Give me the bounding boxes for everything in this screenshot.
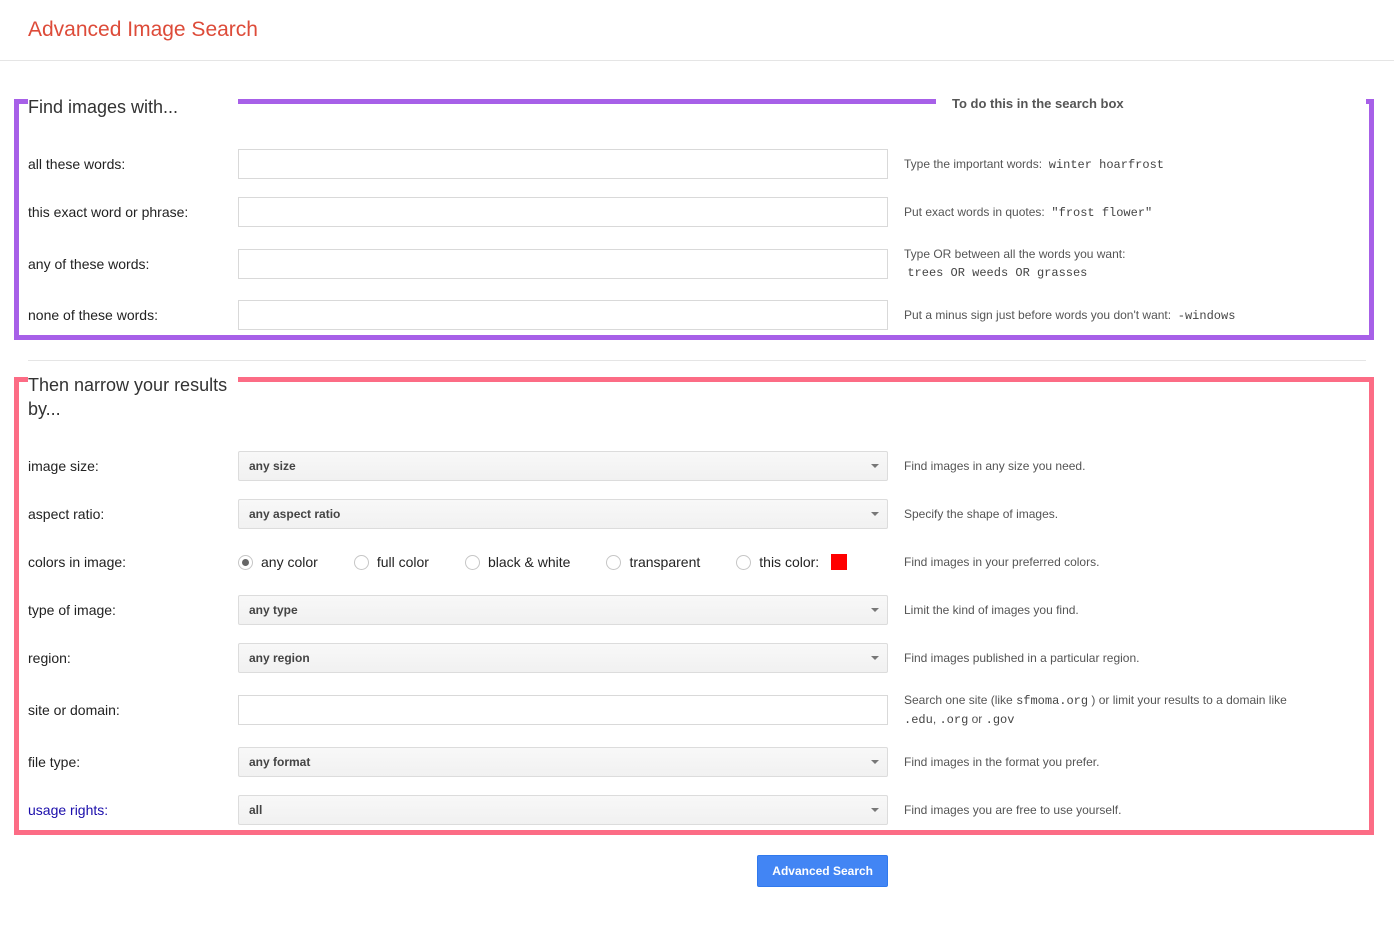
color-bw-radio[interactable]: black & white [465, 554, 570, 570]
type-dropdown[interactable]: any type [238, 595, 888, 625]
colors-label: colors in image: [28, 554, 238, 570]
chevron-down-icon [871, 808, 879, 812]
image-size-dropdown[interactable]: any size [238, 451, 888, 481]
usage-rights-help: Find images you are free to use yourself… [888, 801, 1318, 819]
image-size-label: image size: [28, 458, 238, 474]
aspect-ratio-label: aspect ratio: [28, 506, 238, 522]
chevron-down-icon [871, 760, 879, 764]
file-type-label: file type: [28, 754, 238, 770]
exact-phrase-help: Put exact words in quotes: "frost flower… [888, 203, 1318, 222]
region-help: Find images published in a particular re… [888, 649, 1318, 667]
narrow-section: Then narrow your results by... image siz… [28, 379, 1366, 825]
file-type-dropdown[interactable]: any format [238, 747, 888, 777]
image-size-help: Find images in any size you need. [888, 457, 1318, 475]
chevron-down-icon [871, 608, 879, 612]
section-divider [28, 360, 1366, 361]
exact-phrase-input[interactable] [238, 197, 888, 227]
chevron-down-icon [871, 512, 879, 516]
usage-rights-dropdown[interactable]: all [238, 795, 888, 825]
page-header: Advanced Image Search [0, 0, 1394, 61]
radio-icon [736, 555, 751, 570]
color-this-radio[interactable]: this color: [736, 554, 847, 570]
radio-icon [606, 555, 621, 570]
colors-help: Find images in your preferred colors. [888, 553, 1318, 571]
file-type-help: Find images in the format you prefer. [888, 753, 1318, 771]
chevron-down-icon [871, 464, 879, 468]
aspect-ratio-help: Specify the shape of images. [888, 505, 1318, 523]
color-swatch[interactable] [831, 554, 847, 570]
region-dropdown[interactable]: any region [238, 643, 888, 673]
chevron-down-icon [871, 656, 879, 660]
type-label: type of image: [28, 602, 238, 618]
find-help-title: To do this in the search box [936, 96, 1366, 111]
any-words-label: any of these words: [28, 256, 238, 272]
site-label: site or domain: [28, 702, 238, 718]
region-label: region: [28, 650, 238, 666]
none-words-input[interactable] [238, 300, 888, 330]
page-title: Advanced Image Search [28, 18, 1394, 42]
color-any-radio[interactable]: any color [238, 554, 318, 570]
color-full-radio[interactable]: full color [354, 554, 429, 570]
all-words-input[interactable] [238, 149, 888, 179]
all-words-label: all these words: [28, 156, 238, 172]
exact-phrase-label: this exact word or phrase: [28, 204, 238, 220]
find-section-title: Find images with... [28, 96, 238, 119]
none-words-label: none of these words: [28, 307, 238, 323]
radio-icon [238, 555, 253, 570]
radio-icon [465, 555, 480, 570]
find-section: Find images with... To do this in the se… [28, 101, 1366, 330]
site-help: Search one site (like sfmoma.org ) or li… [888, 691, 1318, 729]
all-words-help: Type the important words: winter hoarfro… [888, 155, 1318, 174]
advanced-search-button[interactable]: Advanced Search [757, 855, 888, 887]
any-words-input[interactable] [238, 249, 888, 279]
radio-icon [354, 555, 369, 570]
color-transparent-radio[interactable]: transparent [606, 554, 700, 570]
aspect-ratio-dropdown[interactable]: any aspect ratio [238, 499, 888, 529]
usage-rights-label[interactable]: usage rights: [28, 802, 238, 818]
type-help: Limit the kind of images you find. [888, 601, 1318, 619]
narrow-section-title: Then narrow your results by... [28, 374, 238, 421]
any-words-help: Type OR between all the words you want: … [888, 245, 1318, 282]
none-words-help: Put a minus sign just before words you d… [888, 306, 1318, 325]
site-input[interactable] [238, 695, 888, 725]
